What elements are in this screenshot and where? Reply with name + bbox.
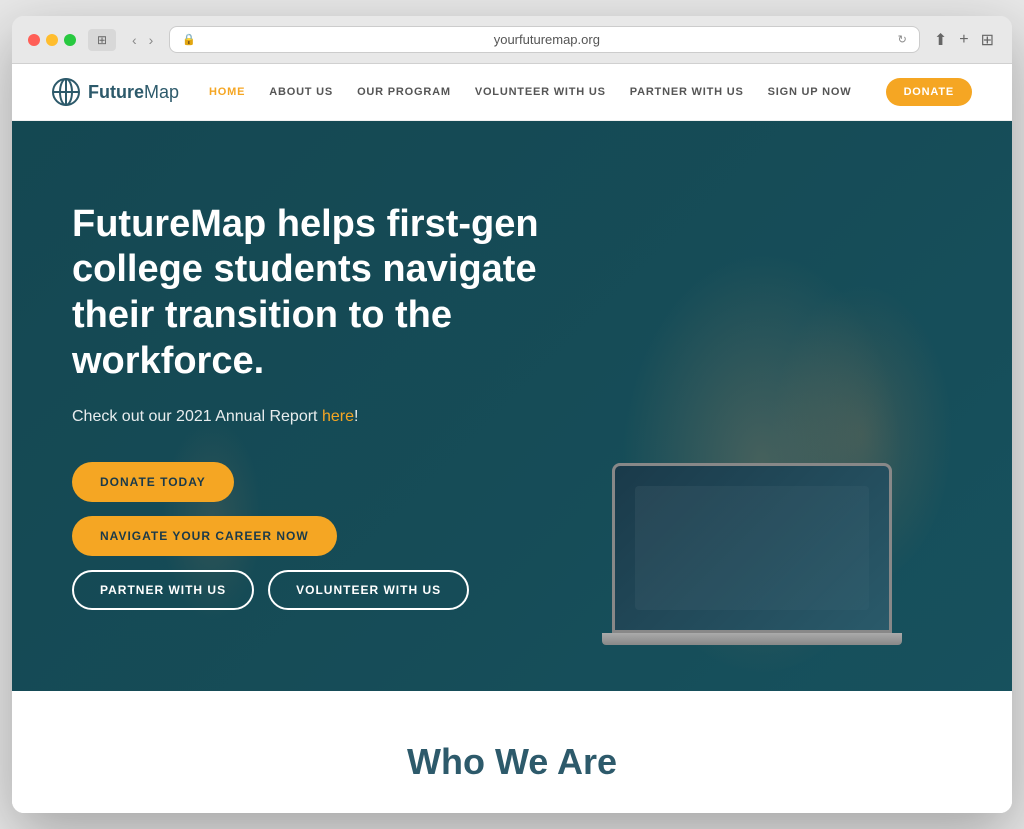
grid-icon[interactable]: ⊞ [979,28,996,52]
minimize-button[interactable] [46,34,58,46]
hero-subtext: Check out our 2021 Annual Report here! [72,408,572,426]
logo-bold: Future [88,82,144,102]
site-nav: FutureMap HOME ABOUT US OUR PROGRAM VOLU… [12,64,1012,121]
close-button[interactable] [28,34,40,46]
url-text: yourfuturemap.org [204,32,890,47]
hero-buttons: DONATE TODAY NAVIGATE YOUR CAREER NOW PA… [72,462,572,610]
sidebar-toggle[interactable]: ⊞ [88,29,116,51]
logo-icon [52,78,80,106]
hero-annual-report-link[interactable]: here [322,408,354,425]
hero-laptop-decoration [612,463,932,663]
traffic-lights [28,34,76,46]
nav-partner[interactable]: PARTNER WITH US [630,86,744,98]
website: FutureMap HOME ABOUT US OUR PROGRAM VOLU… [12,64,1012,813]
nav-signup[interactable]: SIGN UP NOW [768,86,852,98]
navigate-career-button[interactable]: NAVIGATE YOUR CAREER NOW [72,516,337,556]
nav-program[interactable]: OUR PROGRAM [357,86,451,98]
share-icon[interactable]: ⬆ [932,28,949,52]
address-bar[interactable]: 🔒 yourfuturemap.org ↻ [169,26,920,53]
nav-volunteer[interactable]: VOLUNTEER WITH US [475,86,606,98]
volunteer-with-us-button[interactable]: VOLUNTEER WITH US [268,570,469,610]
hero-subtext-prefix: Check out our 2021 Annual Report [72,408,322,425]
donate-today-button[interactable]: DONATE TODAY [72,462,234,502]
laptop-base [602,633,902,645]
maximize-button[interactable] [64,34,76,46]
partner-with-us-button[interactable]: PARTNER WITH US [72,570,254,610]
logo[interactable]: FutureMap [52,78,179,106]
browser-window: ⊞ ‹ › 🔒 yourfuturemap.org ↻ ⬆ + ⊞ [12,16,1012,813]
hero-section: FutureMap helps first-gen college studen… [12,121,1012,691]
nav-links: HOME ABOUT US OUR PROGRAM VOLUNTEER WITH… [209,86,886,98]
logo-light: Map [144,82,179,102]
logo-text: FutureMap [88,82,179,103]
lock-icon: 🔒 [182,33,196,46]
refresh-icon[interactable]: ↻ [898,33,907,46]
who-we-are-title: Who We Are [52,741,972,783]
nav-about[interactable]: ABOUT US [269,86,333,98]
toolbar-right: ⬆ + ⊞ [932,28,996,52]
nav-arrows: ‹ › [128,30,157,50]
hero-content: FutureMap helps first-gen college studen… [12,142,632,670]
forward-button[interactable]: › [145,30,158,50]
who-we-are-section: Who We Are [12,691,1012,813]
nav-donate-button[interactable]: DONATE [886,78,972,106]
browser-titlebar: ⊞ ‹ › 🔒 yourfuturemap.org ↻ ⬆ + ⊞ [12,16,1012,64]
new-tab-icon[interactable]: + [957,29,970,51]
hero-headline: FutureMap helps first-gen college studen… [72,202,572,384]
nav-home[interactable]: HOME [209,86,245,98]
hero-btn-row: PARTNER WITH US VOLUNTEER WITH US [72,570,469,610]
back-button[interactable]: ‹ [128,30,141,50]
hero-subtext-suffix: ! [354,408,358,425]
laptop-screen [612,463,892,633]
